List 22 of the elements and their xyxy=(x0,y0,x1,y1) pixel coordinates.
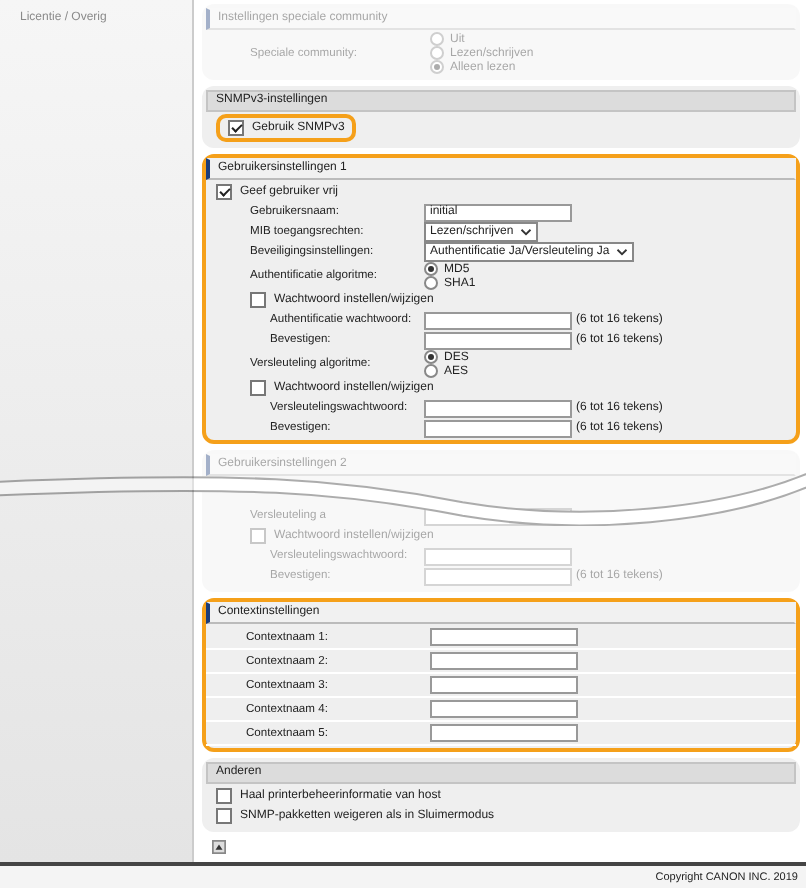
chevron-icon xyxy=(615,248,628,256)
input-field[interactable] xyxy=(424,331,572,349)
chevron-icon xyxy=(519,228,532,236)
radio-button[interactable] xyxy=(424,262,438,276)
checkbox[interactable] xyxy=(216,184,232,200)
radio-button[interactable] xyxy=(424,364,438,378)
input-field[interactable] xyxy=(430,724,578,742)
checkbox[interactable] xyxy=(216,788,232,804)
input-field[interactable] xyxy=(430,652,578,670)
radio-button[interactable] xyxy=(424,350,438,364)
checkbox[interactable] xyxy=(250,380,266,396)
checkbox[interactable] xyxy=(228,120,244,136)
input-field[interactable] xyxy=(430,700,578,718)
input-field[interactable] xyxy=(430,628,578,646)
radio-button[interactable] xyxy=(424,276,438,290)
input-field[interactable] xyxy=(424,399,572,417)
checkbox[interactable] xyxy=(250,292,266,308)
input-field[interactable] xyxy=(430,676,578,694)
checkbox[interactable] xyxy=(216,808,232,824)
input-field[interactable] xyxy=(424,311,572,329)
input-field[interactable] xyxy=(424,419,572,437)
back-to-top-icon[interactable] xyxy=(212,840,226,854)
